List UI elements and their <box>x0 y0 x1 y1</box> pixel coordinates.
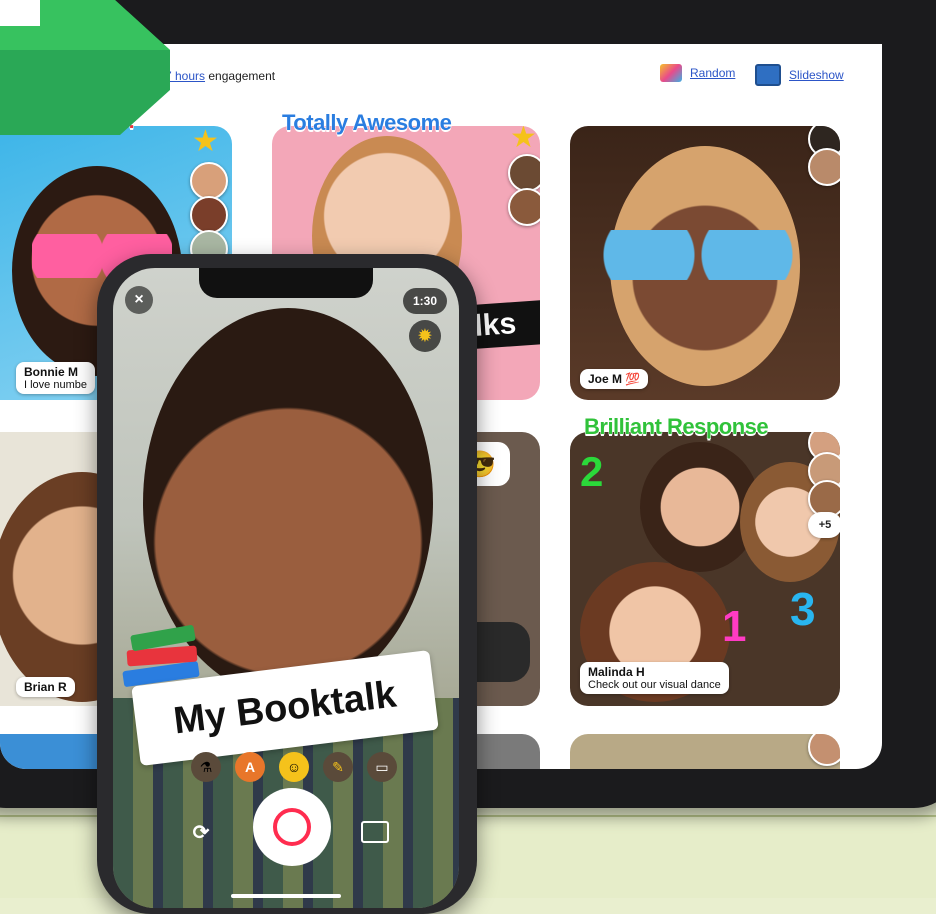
response-card-malinda[interactable]: 2 3 1 Malinda H Check out our visual dan… <box>570 432 840 706</box>
emoji-tool-button[interactable]: ☺ <box>279 752 309 782</box>
number-2: 2 <box>580 448 604 495</box>
student-name: Brian R <box>24 680 67 694</box>
avatar[interactable] <box>808 734 840 766</box>
name-tag: Malinda H Check out our visual dance <box>580 662 729 694</box>
timer-text: 1:30 <box>412 294 438 308</box>
name-tag: Brian R <box>16 677 75 697</box>
phone-notch <box>199 268 373 298</box>
record-icon <box>273 808 311 846</box>
engagement-text: 7 hours engagement <box>165 69 275 83</box>
timer-badge: 1:30 <box>403 288 447 314</box>
record-button[interactable] <box>253 788 331 866</box>
response-card-partial[interactable] <box>570 734 840 769</box>
student-name: Joe M 💯 <box>588 372 641 386</box>
slideshow-label: Slideshow <box>789 68 844 82</box>
caption: Check out our visual dance <box>588 679 721 691</box>
whiteboard-icon: ▭ <box>375 758 389 775</box>
random-label: Random <box>690 66 736 80</box>
engagement-suffix: engagement <box>208 69 276 83</box>
caption: I love numbe <box>24 379 87 391</box>
effects-button[interactable]: ✹ <box>409 320 441 352</box>
avatar[interactable] <box>190 162 228 200</box>
potion-icon: ⚗ <box>199 758 213 775</box>
text-tool-button[interactable]: A <box>235 752 265 782</box>
close-button[interactable]: × <box>125 286 153 314</box>
number-3: 3 <box>790 583 816 635</box>
smiley-icon: ☺ <box>286 759 302 775</box>
student-name: Malinda H <box>588 665 645 679</box>
text-a-icon: A <box>244 759 256 775</box>
flip-camera-button[interactable]: ⟳ <box>185 816 217 848</box>
star-icon: ★ <box>510 126 537 154</box>
draw-tool-button[interactable]: ✎ <box>323 752 353 782</box>
effects-icon: ✹ <box>418 328 432 345</box>
slideshow-button[interactable]: Slideshow <box>755 64 844 86</box>
close-icon: × <box>134 291 144 308</box>
avatar[interactable] <box>808 148 840 186</box>
card-banner: Totally Awesome <box>281 110 452 136</box>
gallery-button[interactable] <box>359 816 391 848</box>
mountain-glasses <box>600 230 796 280</box>
response-card-joe[interactable]: Joe M 💯 <box>570 126 840 400</box>
student-name: Bonnie M <box>24 365 78 379</box>
star-icon: ★ <box>192 126 219 158</box>
more-avatars-badge[interactable]: +5 <box>808 512 840 538</box>
emoji: 💯 <box>625 372 641 386</box>
slideshow-icon <box>755 64 781 86</box>
phone-device: × 1:30 ✹ My Booktalk ⚗ A ☺ ✎ ▭ ⟳ <box>97 254 477 914</box>
name-tag: Joe M 💯 <box>580 369 649 389</box>
avatar[interactable] <box>508 154 540 192</box>
engagement-hours-link[interactable]: 7 hours <box>165 69 205 83</box>
card-banner: Brilliant Response <box>583 414 769 440</box>
filter-tool-button[interactable]: ⚗ <box>191 752 221 782</box>
phone-screen: × 1:30 ✹ My Booktalk ⚗ A ☺ ✎ ▭ ⟳ <box>113 268 459 908</box>
pencil-icon: ✎ <box>332 758 344 775</box>
flip-logo <box>0 0 170 135</box>
random-icon <box>660 64 682 82</box>
board-tool-button[interactable]: ▭ <box>367 752 397 782</box>
name-tag: Bonnie M I love numbe <box>16 362 95 394</box>
random-button[interactable]: Random <box>660 64 735 82</box>
sticker-text: My Booktalk <box>171 673 399 742</box>
number-1: 1 <box>722 602 747 651</box>
avatar[interactable] <box>190 196 228 234</box>
avatar[interactable] <box>508 188 540 226</box>
flip-camera-icon: ⟳ <box>192 821 210 844</box>
gallery-icon <box>361 821 389 843</box>
home-indicator <box>231 894 341 898</box>
